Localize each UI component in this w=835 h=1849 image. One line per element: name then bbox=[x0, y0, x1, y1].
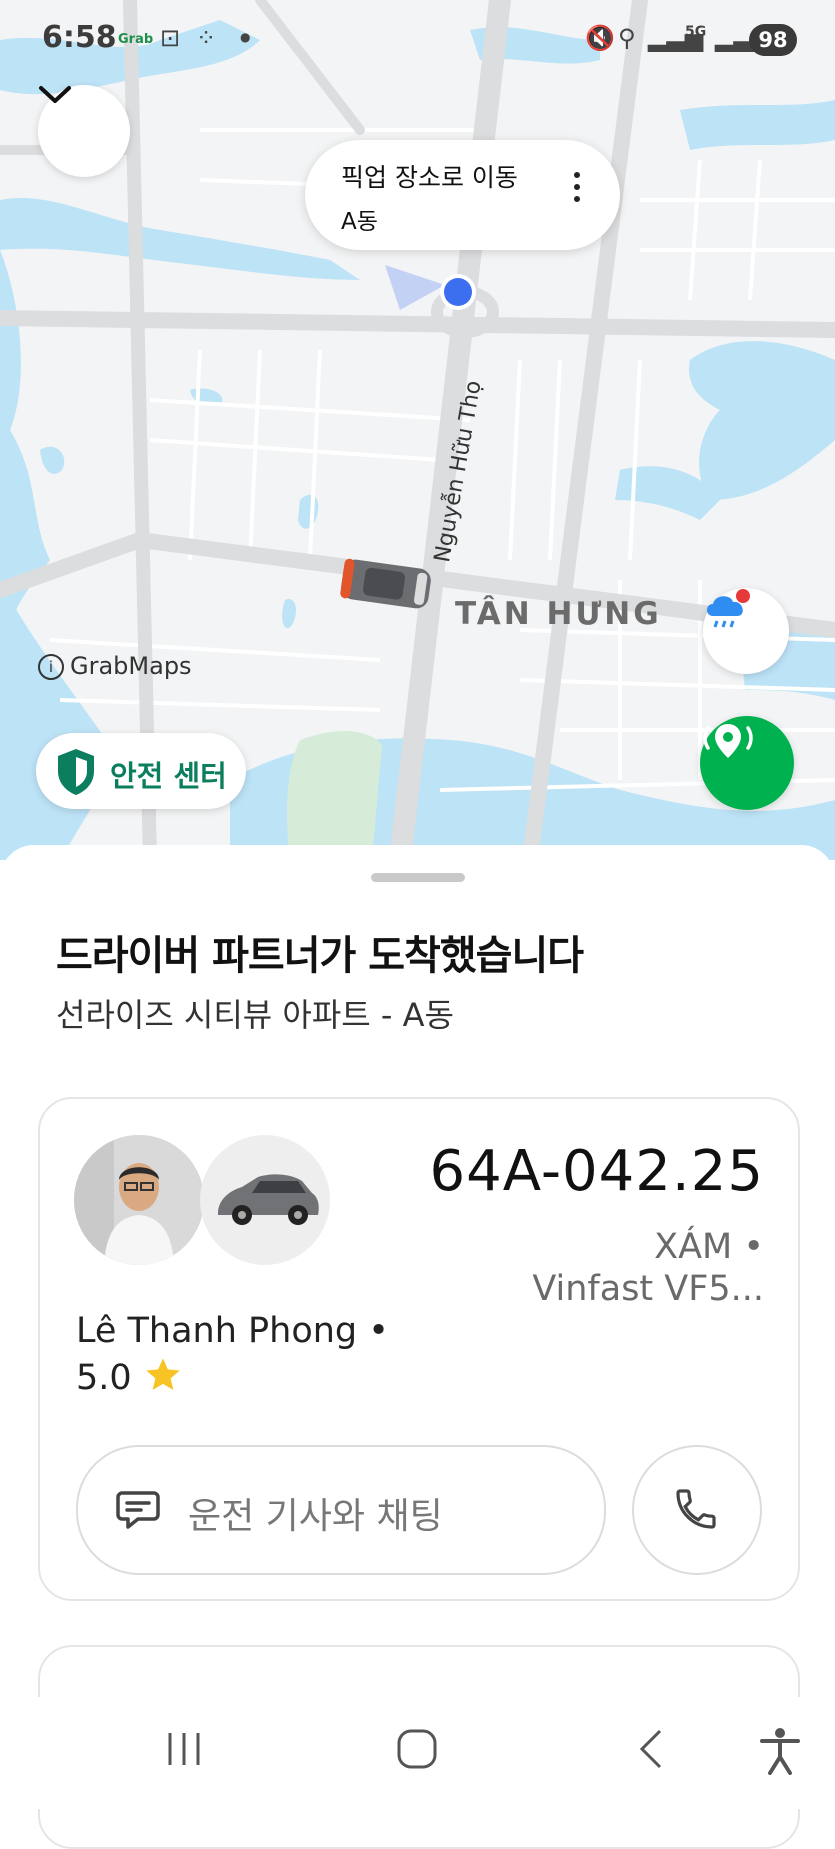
status-time: 6:58 bbox=[42, 20, 117, 55]
star-icon bbox=[146, 1358, 180, 1390]
back-icon[interactable] bbox=[630, 1727, 674, 1771]
network-type: 5G bbox=[685, 24, 707, 40]
info-icon: i bbox=[38, 654, 64, 680]
rain-cloud-icon bbox=[707, 589, 750, 628]
system-nav-bar bbox=[0, 1697, 835, 1809]
safety-center-label: 안전 센터 bbox=[110, 759, 227, 793]
battery-indicator: 98 bbox=[749, 24, 797, 56]
driver-avatar[interactable] bbox=[74, 1135, 204, 1265]
rating-value: 5.0 bbox=[76, 1358, 132, 1398]
grid-icon: ⁘ bbox=[196, 24, 217, 52]
pickup-bubble[interactable]: 픽업 장소로 이동 A동 bbox=[305, 140, 620, 250]
shield-icon bbox=[58, 749, 94, 795]
location-icon: ⚲ bbox=[618, 24, 636, 52]
car-marker bbox=[340, 558, 431, 609]
accessibility-icon[interactable] bbox=[758, 1727, 802, 1775]
license-plate: 64A-042.25 bbox=[429, 1139, 764, 1204]
call-driver-button[interactable] bbox=[632, 1445, 762, 1575]
sheet-title: 드라이버 파트너가 도착했습니다 bbox=[56, 933, 584, 979]
driver-name: Lê Thanh Phong • bbox=[76, 1311, 389, 1351]
sheet-drag-handle[interactable] bbox=[371, 873, 465, 882]
phone-icon bbox=[676, 1489, 716, 1529]
status-bar: 6:58 Grab ⊡ ⁘ ● 🔇 ⚲ ▂▃▅ 5G ▂▃▅ 98 bbox=[0, 0, 835, 80]
car-icon bbox=[218, 1174, 319, 1225]
vehicle-color: XÁM • bbox=[654, 1227, 764, 1267]
dot-icon: ● bbox=[240, 30, 251, 44]
recent-apps-icon[interactable] bbox=[162, 1727, 206, 1771]
home-icon[interactable] bbox=[395, 1727, 439, 1771]
chat-placeholder: 운전 기사와 채팅 bbox=[188, 1496, 443, 1537]
driver-card: 64A-042.25 XÁM • Vinfast VF5... Lê Thanh… bbox=[38, 1097, 800, 1601]
weather-button[interactable] bbox=[703, 588, 789, 674]
chat-with-driver-button[interactable]: 운전 기사와 채팅 bbox=[76, 1445, 606, 1575]
pickup-bubble-title: 픽업 장소로 이동 bbox=[341, 163, 518, 192]
chevron-down-icon bbox=[39, 86, 71, 103]
pickup-bubble-subtitle: A동 bbox=[341, 209, 378, 235]
trip-bottom-sheet: 드라이버 파트너가 도착했습니다 선라이즈 시티뷰 아파트 - A동 64A-0… bbox=[0, 845, 835, 1849]
vehicle-model: Vinfast VF5... bbox=[532, 1269, 764, 1309]
map-view[interactable]: 6:58 Grab ⊡ ⁘ ● 🔇 ⚲ ▂▃▅ 5G ▂▃▅ 98 픽업 장소로… bbox=[0, 0, 835, 860]
scan-icon: ⊡ bbox=[160, 24, 181, 52]
vehicle-image bbox=[200, 1135, 330, 1265]
collapse-button[interactable] bbox=[38, 85, 130, 177]
location-broadcast-icon bbox=[703, 724, 753, 758]
grab-notification-icon: Grab bbox=[118, 32, 154, 47]
safety-center-button[interactable]: 안전 센터 bbox=[36, 733, 246, 809]
driver-rating: 5.0 bbox=[76, 1355, 183, 1398]
area-label: TÂN HƯNG bbox=[455, 596, 662, 632]
mute-icon: 🔇 bbox=[585, 24, 615, 52]
chat-icon bbox=[116, 1491, 160, 1529]
driver-photo bbox=[74, 1135, 204, 1265]
more-options-icon[interactable] bbox=[574, 172, 580, 208]
map-attribution[interactable]: i GrabMaps bbox=[38, 652, 192, 680]
share-location-button[interactable] bbox=[700, 716, 794, 810]
pickup-location: 선라이즈 시티뷰 아파트 - A동 bbox=[56, 996, 454, 1034]
